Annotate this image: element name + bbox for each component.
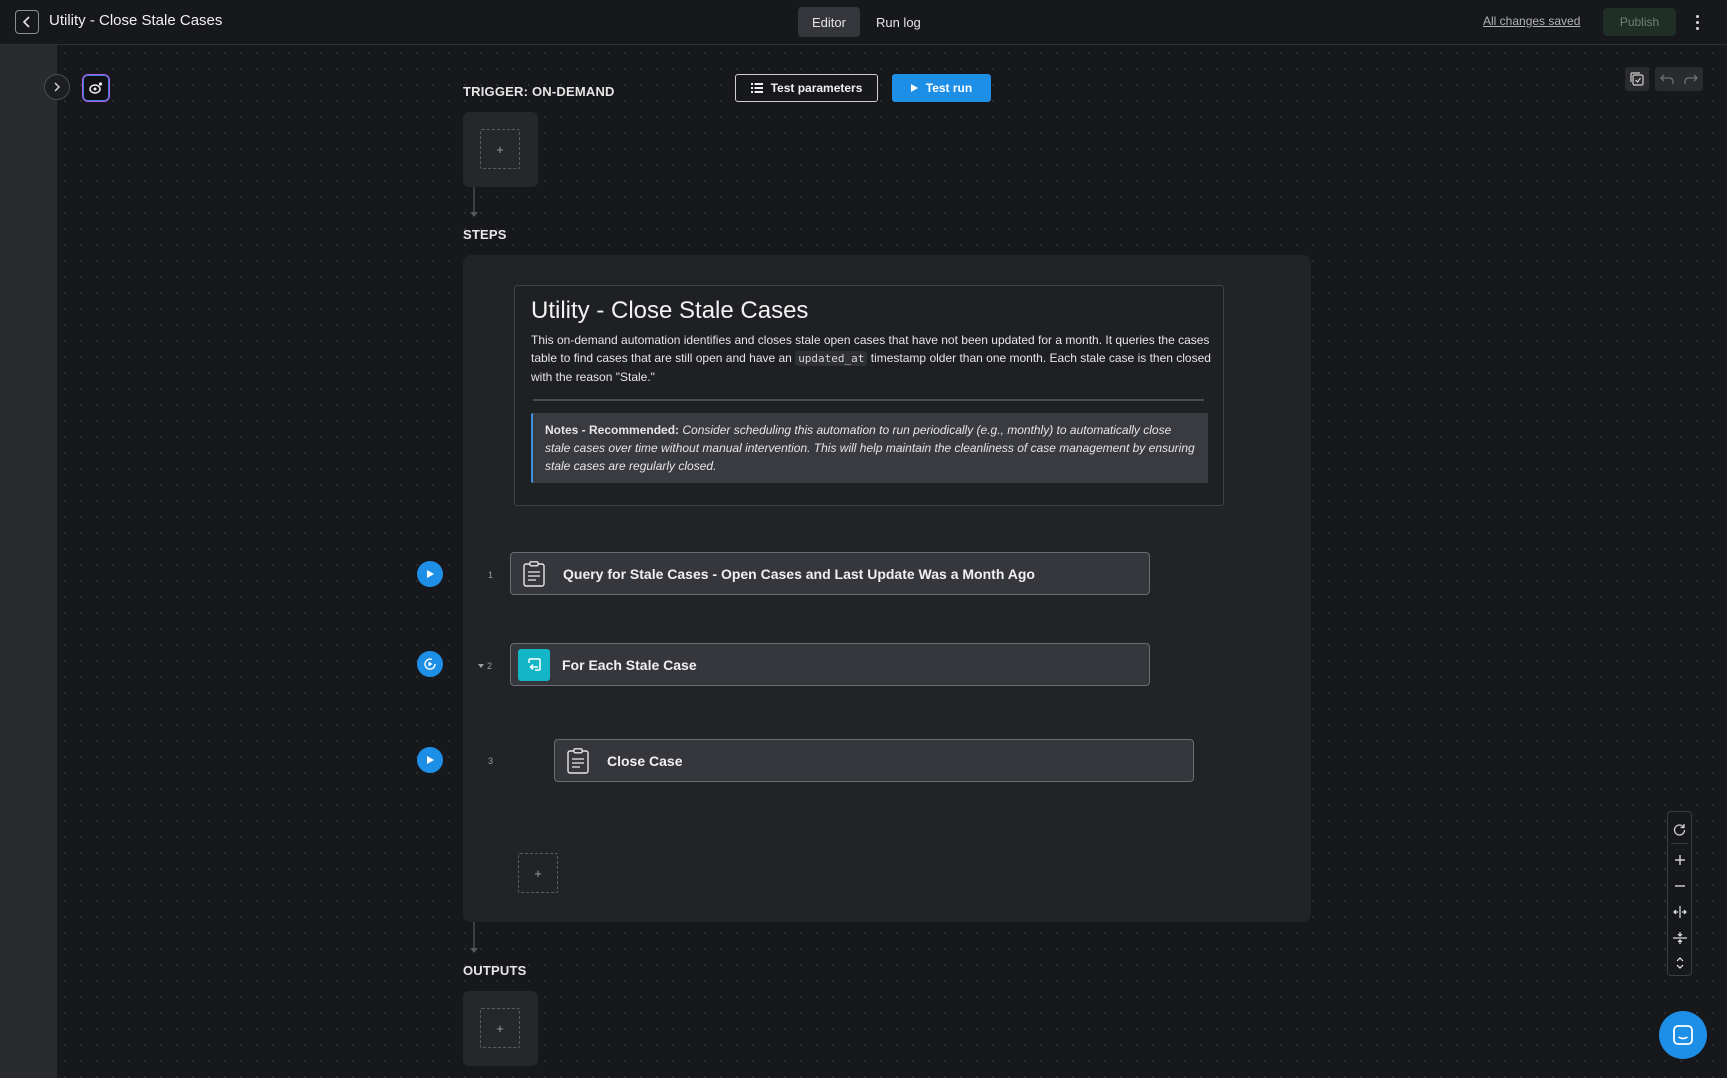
step-card-1[interactable]: Query for Stale Cases - Open Cases and L… (510, 552, 1150, 595)
automation-title: Utility - Close Stale Cases (49, 12, 223, 29)
play-loop-icon (424, 658, 436, 670)
note-callout: Notes - Recommended: Consider scheduling… (531, 413, 1208, 483)
play-icon (426, 570, 434, 578)
expand-sidebar-button[interactable] (44, 74, 70, 100)
outputs-slot: + (463, 991, 538, 1066)
document-list-icon (517, 557, 551, 591)
ai-assistant-icon (89, 82, 103, 94)
collapse-caret-icon[interactable] (478, 664, 484, 668)
left-rail (0, 45, 57, 1078)
add-output-button[interactable]: + (480, 1008, 520, 1048)
top-header: Utility - Close Stale Cases Editor Run l… (0, 0, 1727, 45)
play-icon (426, 756, 434, 764)
test-parameters-button[interactable]: Test parameters (735, 74, 878, 102)
step-label: Query for Stale Cases - Open Cases and L… (563, 565, 1035, 582)
back-button[interactable] (15, 10, 39, 34)
saved-status-link[interactable]: All changes saved (1483, 14, 1580, 28)
step-number: 3 (488, 756, 494, 766)
run-step-2-button[interactable] (417, 651, 443, 677)
zoom-controls (1667, 811, 1692, 976)
note-title: Utility - Close Stale Cases (531, 297, 809, 324)
redo-icon[interactable] (1679, 67, 1703, 91)
tab-run-log[interactable]: Run log (862, 7, 935, 37)
fit-width-icon[interactable] (1668, 901, 1691, 923)
step-label: For Each Stale Case (562, 656, 697, 673)
play-icon (910, 84, 918, 92)
canvas-toolbar (1625, 67, 1703, 91)
view-tabs: Editor Run log (798, 7, 935, 37)
step-card-3[interactable]: Close Case (554, 739, 1194, 782)
copy-check-icon[interactable] (1625, 67, 1649, 91)
note-divider (533, 399, 1204, 401)
step-number: 1 (488, 570, 494, 580)
trigger-label: TRIGGER: ON-DEMAND (463, 84, 615, 99)
undo-icon[interactable] (1655, 67, 1679, 91)
step-number: 2 (487, 661, 493, 671)
steps-label: STEPS (463, 227, 507, 242)
support-chat-button[interactable] (1659, 1011, 1707, 1059)
chevron-right-icon (54, 82, 61, 92)
step-label: Close Case (607, 752, 683, 769)
test-run-button[interactable]: Test run (892, 74, 991, 102)
reset-view-icon[interactable] (1668, 818, 1691, 840)
more-options-icon[interactable] (1690, 10, 1704, 34)
loop-icon (518, 648, 550, 681)
chevron-left-icon (22, 16, 30, 28)
note-description: This on-demand automation identifies and… (531, 331, 1211, 386)
run-step-3-button[interactable] (417, 747, 443, 773)
callout-heading: Notes - Recommended: (545, 423, 680, 437)
test-run-label: Test run (925, 81, 973, 95)
note-desc-code: updated_at (795, 351, 868, 366)
run-step-1-button[interactable] (417, 561, 443, 587)
step-card-2[interactable]: For Each Stale Case (510, 643, 1150, 686)
ai-assistant-button[interactable] (82, 74, 110, 102)
add-step-button[interactable]: + (518, 853, 558, 893)
zoom-in-icon[interactable] (1668, 849, 1691, 871)
add-trigger-button[interactable]: + (480, 129, 520, 169)
publish-button[interactable]: Publish (1603, 8, 1676, 36)
note-card[interactable]: Utility - Close Stale Cases This on-dema… (514, 285, 1224, 506)
tab-editor[interactable]: Editor (798, 7, 860, 37)
undo-redo-group (1655, 67, 1703, 91)
test-parameters-label: Test parameters (770, 81, 863, 95)
outputs-label: OUTPUTS (463, 963, 527, 978)
expand-collapse-icon[interactable] (1668, 952, 1691, 974)
list-icon (750, 83, 763, 93)
trigger-slot: + (463, 112, 538, 187)
fit-height-icon[interactable] (1668, 927, 1691, 949)
zoom-divider (1671, 843, 1688, 844)
document-list-icon (561, 744, 595, 778)
zoom-out-icon[interactable] (1668, 875, 1691, 897)
chat-icon (1673, 1025, 1693, 1045)
